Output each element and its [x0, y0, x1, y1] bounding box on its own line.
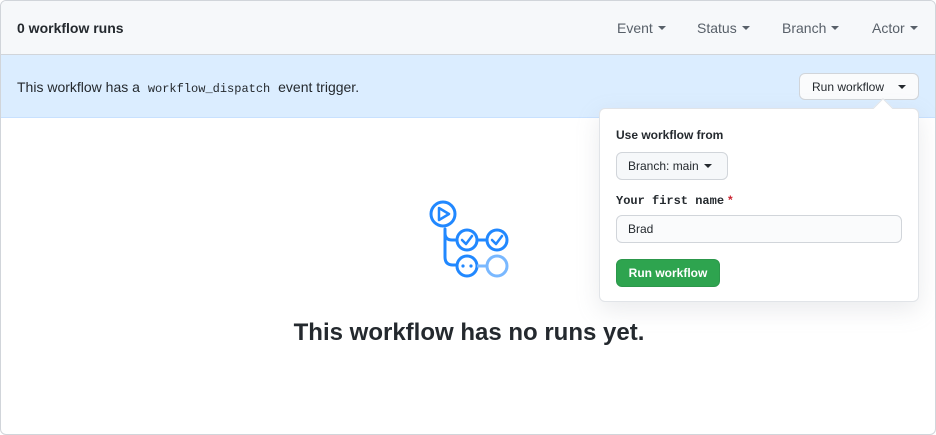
- event-filter[interactable]: Event: [617, 20, 666, 36]
- branch-select-label: Branch: main: [628, 159, 699, 173]
- first-name-input[interactable]: [616, 215, 902, 243]
- actor-filter-label: Actor: [872, 20, 905, 36]
- chevron-down-icon: [657, 26, 666, 30]
- branch-filter-label: Branch: [782, 20, 827, 36]
- status-filter[interactable]: Status: [697, 20, 750, 36]
- banner-text-after: event trigger.: [278, 79, 360, 95]
- banner-text-before: This workflow has a: [17, 79, 140, 95]
- banner-text: This workflow has a workflow_dispatch ev…: [17, 79, 359, 96]
- first-name-label: Your first name *: [616, 193, 733, 208]
- chevron-down-icon: [909, 26, 918, 30]
- chevron-down-icon: [703, 164, 712, 168]
- chevron-down-icon: [831, 26, 840, 30]
- use-workflow-label: Use workflow from: [616, 128, 724, 142]
- run-workflow-button[interactable]: Run workflow: [799, 73, 919, 100]
- required-marker: *: [728, 193, 733, 207]
- runs-count: 0 workflow runs: [17, 20, 124, 36]
- chevron-down-icon: [741, 26, 750, 30]
- chevron-down-icon: [898, 85, 906, 89]
- branch-filter[interactable]: Branch: [782, 20, 840, 36]
- banner-code: workflow_dispatch: [147, 82, 271, 96]
- status-filter-label: Status: [697, 20, 737, 36]
- submit-run-workflow-button[interactable]: Run workflow: [616, 259, 720, 287]
- event-filter-label: Event: [617, 20, 653, 36]
- run-workflow-label: Run workflow: [812, 79, 885, 94]
- empty-state-title: This workflow has no runs yet.: [293, 319, 645, 346]
- first-name-label-text: Your first name: [616, 194, 725, 208]
- branch-select-button[interactable]: Branch: main: [616, 152, 728, 180]
- runs-header: 0 workflow runs Event Status Branch Acto…: [1, 1, 935, 55]
- run-workflow-popover: Use workflow from Branch: main Your firs…: [599, 98, 919, 302]
- actor-filter[interactable]: Actor: [872, 20, 918, 36]
- workflow-icon: [429, 200, 509, 278]
